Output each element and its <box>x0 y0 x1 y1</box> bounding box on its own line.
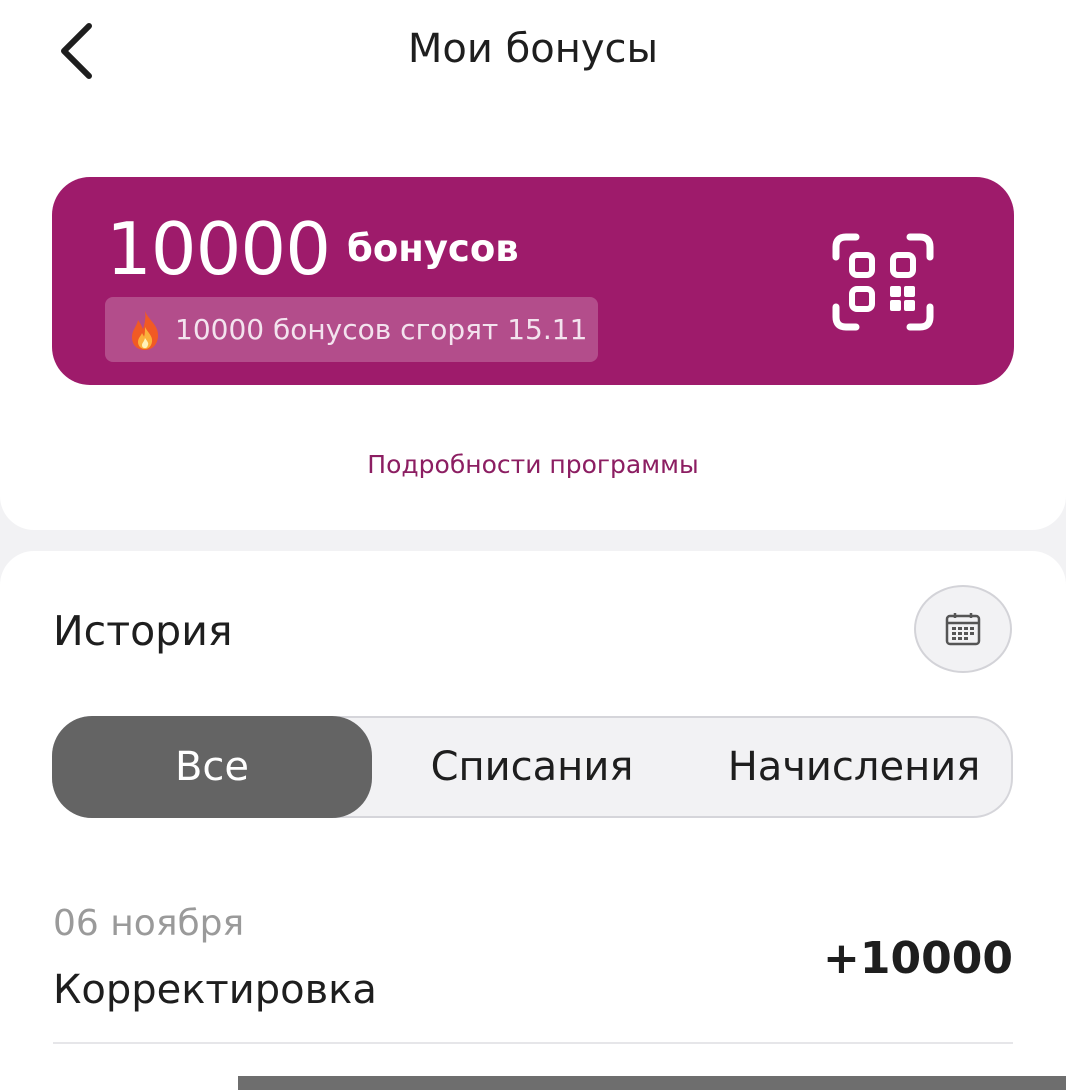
expire-text: 10000 бонусов сгорят 15.11 <box>175 313 588 346</box>
history-title: История <box>53 607 233 655</box>
bottom-bar <box>238 1076 1066 1090</box>
bonus-card: 10000 бонусов 10000 бонусов сгорят 15.11 <box>52 177 1014 385</box>
header: Мои бонусы <box>0 0 1066 110</box>
fire-icon <box>132 310 159 350</box>
calendar-icon <box>945 613 981 646</box>
entry-date: 06 ноября <box>53 903 245 944</box>
history-section: История Все Списания Начисления 06 ноябр… <box>0 551 1066 1090</box>
qr-code-icon <box>832 233 934 331</box>
expire-badge: 10000 бонусов сгорят 15.11 <box>105 297 598 362</box>
bonus-unit: бонусов <box>347 227 519 270</box>
program-details-link[interactable]: Подробности программы <box>0 450 1066 479</box>
history-filter-tabs: Все Списания Начисления <box>52 716 1013 818</box>
divider <box>53 1042 1013 1044</box>
bonus-amount: 10000 <box>106 207 331 291</box>
page-title: Мои бонусы <box>407 26 659 72</box>
tab-debits[interactable]: Списания <box>372 716 692 818</box>
bonus-overview-section: Мои бонусы 10000 бонусов 10000 бонусов с… <box>0 0 1066 530</box>
tab-credits[interactable]: Начисления <box>694 716 1014 818</box>
qr-code-button[interactable] <box>832 233 934 331</box>
entry-description: Корректировка <box>53 967 377 1013</box>
entry-amount: +10000 <box>823 933 1013 984</box>
tab-all[interactable]: Все <box>52 716 372 818</box>
calendar-filter-button[interactable] <box>914 585 1012 673</box>
